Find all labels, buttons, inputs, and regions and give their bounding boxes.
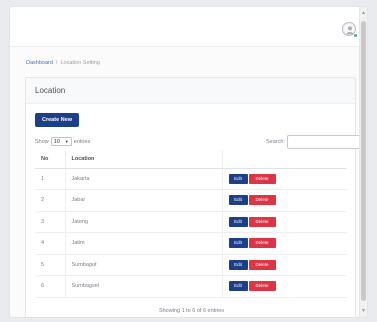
search-control: Search: — [266, 135, 367, 149]
breadcrumb-current: Location Setting — [60, 60, 100, 66]
entries-select[interactable]: 10 ▼ — [50, 137, 72, 146]
row-actions: Edit Delete — [222, 232, 347, 255]
card-title: Location — [26, 78, 355, 104]
vertical-scrollbar[interactable]: ▲ ▼ — [359, 7, 367, 317]
edit-button[interactable]: Edit — [228, 259, 248, 270]
entries-label: entries — [73, 138, 91, 145]
row-actions: Edit Delete — [222, 168, 347, 190]
row-location: Sumbagsel — [65, 275, 223, 298]
breadcrumb-dashboard-link[interactable]: Dashboard — [26, 60, 53, 66]
scroll-up-icon[interactable]: ▲ — [360, 9, 367, 17]
table-row: 3 Jateng Edit Delete — [35, 211, 347, 233]
edit-button[interactable]: Edit — [228, 195, 248, 206]
table-row: 6 Sumbagsel Edit Delete — [35, 275, 347, 298]
row-number: 1 — [35, 168, 66, 190]
row-location: Jabar — [65, 189, 223, 212]
breadcrumb-separator: / — [55, 60, 58, 66]
table-row: 1 Jakarta Edit Delete — [35, 168, 347, 190]
user-avatar[interactable] — [342, 22, 358, 38]
app-window: Dashboard / Location Setting Location Crea… — [9, 6, 368, 318]
row-number: 3 — [35, 211, 66, 233]
column-header-location[interactable]: Location — [65, 150, 223, 169]
create-new-button[interactable]: Create New — [35, 113, 79, 127]
search-input[interactable] — [286, 135, 367, 149]
row-actions: Edit Delete — [222, 211, 347, 233]
row-actions: Edit Delete — [222, 189, 347, 212]
online-status-dot — [353, 33, 358, 38]
row-actions: Edit Delete — [222, 254, 347, 276]
table-row: 4 Jatim Edit Delete — [35, 232, 347, 255]
delete-button[interactable]: Delete — [248, 173, 276, 184]
row-actions: Edit Delete — [222, 275, 347, 298]
row-number: 5 — [35, 254, 66, 276]
row-location: Jateng — [65, 211, 223, 233]
scroll-down-icon[interactable]: ▼ — [360, 307, 367, 315]
caret-down-icon: ▼ — [64, 139, 69, 144]
edit-button[interactable]: Edit — [228, 173, 248, 184]
delete-button[interactable]: Delete — [248, 259, 276, 270]
table-row: 2 Jabar Edit Delete — [35, 189, 347, 212]
table-header-row: No Location — [35, 150, 347, 169]
row-number: 4 — [35, 232, 66, 255]
delete-button[interactable]: Delete — [248, 195, 276, 206]
location-table: No Location 1 Jakarta Edit Delete 2 Jabar… — [35, 150, 347, 298]
entries-select-value: 10 — [53, 138, 60, 145]
row-location: Sumbagut — [65, 254, 223, 276]
delete-button[interactable]: Delete — [248, 238, 276, 249]
row-number: 6 — [35, 275, 66, 298]
table-row: 5 Sumbagut Edit Delete — [35, 254, 347, 276]
column-header-actions — [222, 150, 347, 169]
edit-button[interactable]: Edit — [228, 281, 248, 292]
column-header-no[interactable]: No — [35, 150, 66, 169]
entries-length-control: Show 10 ▼ entries — [35, 137, 90, 146]
scrollbar-thumb[interactable] — [361, 21, 366, 301]
edit-button[interactable]: Edit — [228, 216, 248, 227]
breadcrumb: Dashboard / Location Setting — [26, 60, 100, 66]
table-info: Showing 1 to 6 of 6 entries — [158, 308, 225, 314]
search-label: Search: — [266, 139, 285, 145]
delete-button[interactable]: Delete — [248, 281, 276, 292]
top-navbar — [10, 7, 361, 47]
row-number: 2 — [35, 189, 66, 212]
row-location: Jatim — [65, 232, 223, 255]
row-location: Jakarta — [65, 168, 223, 190]
show-label: Show — [35, 138, 49, 145]
delete-button[interactable]: Delete — [248, 216, 276, 227]
location-card: Location Create New Show 10 ▼ entries Se… — [25, 77, 367, 317]
edit-button[interactable]: Edit — [228, 238, 248, 249]
